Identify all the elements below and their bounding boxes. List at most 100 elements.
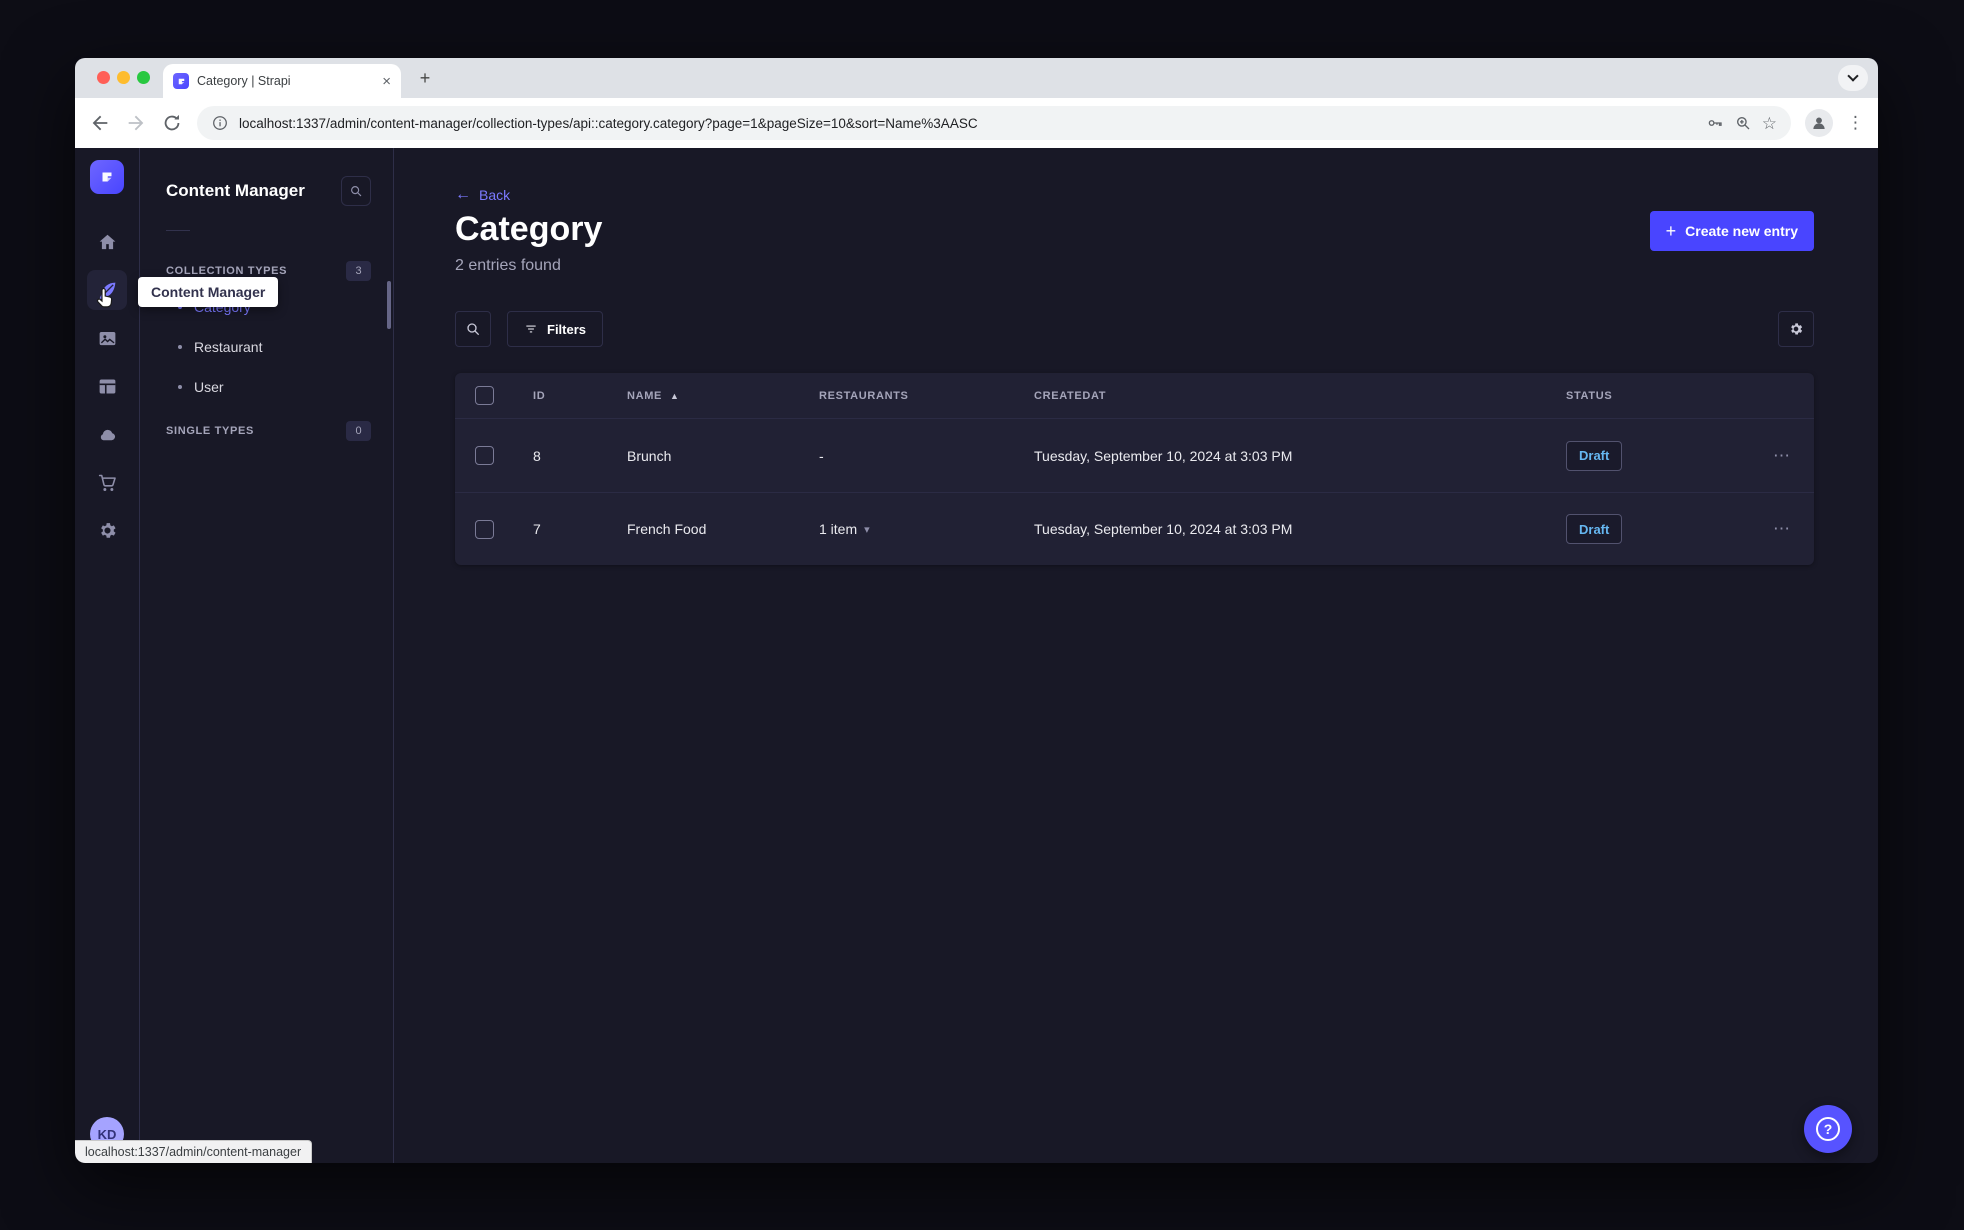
subnav-search-button[interactable] [341, 176, 371, 206]
question-mark-icon: ? [1816, 1117, 1840, 1141]
create-new-entry-label: Create new entry [1685, 223, 1798, 239]
home-icon [99, 234, 115, 249]
maximize-window-button[interactable] [137, 71, 150, 84]
status-badge: Draft [1566, 514, 1623, 544]
password-key-icon[interactable] [1706, 114, 1724, 132]
row-actions-button[interactable]: ⋯ [1750, 446, 1814, 466]
subnav-item-user[interactable]: User [166, 367, 371, 407]
help-button[interactable]: ? [1804, 1105, 1852, 1153]
strapi-logo [90, 160, 124, 194]
content-manager-tooltip: Content Manager [138, 277, 279, 307]
bullet-icon [178, 385, 182, 389]
chevron-down-icon [1847, 70, 1859, 82]
bullet-icon [178, 345, 182, 349]
filters-button[interactable]: Filters [507, 311, 604, 347]
single-types-label: SINGLE TYPES [166, 425, 254, 437]
column-header-id[interactable]: ID [517, 390, 611, 402]
layout-icon [99, 379, 115, 393]
media-library-icon [99, 331, 115, 345]
table-row[interactable]: 8 Brunch - Tuesday, September 10, 2024 a… [455, 419, 1814, 492]
column-header-restaurants[interactable]: RESTAURANTS [803, 390, 1018, 402]
shopping-cart-icon [98, 474, 116, 491]
cell-createdat: Tuesday, September 10, 2024 at 3:03 PM [1034, 521, 1293, 537]
tab-title: Category | Strapi [197, 74, 291, 88]
table-header-row: ID NAME ▲ RESTAURANTS CREATEDAT STATUS [455, 373, 1814, 419]
cell-id: 8 [533, 447, 541, 464]
zoom-icon[interactable] [1734, 114, 1752, 132]
page-title: Category [455, 210, 603, 248]
cell-name: French Food [627, 521, 707, 537]
reload-button[interactable] [161, 112, 183, 134]
filters-label: Filters [547, 321, 587, 337]
back-arrow-icon: ← [455, 186, 471, 203]
cell-restaurants[interactable]: 1 item ▾ [803, 521, 1018, 537]
back-button[interactable] [89, 112, 111, 134]
browser-profile-button[interactable] [1805, 109, 1833, 137]
person-icon [1813, 117, 1825, 129]
single-types-count-badge: 0 [346, 421, 371, 441]
cell-name: Brunch [627, 447, 672, 464]
column-header-status[interactable]: STATUS [1550, 390, 1750, 402]
new-tab-button[interactable]: + [413, 66, 437, 90]
cell-createdat: Tuesday, September 10, 2024 at 3:03 PM [1034, 447, 1293, 464]
row-checkbox[interactable] [475, 519, 494, 539]
table-row[interactable]: 7 French Food 1 item ▾ Tuesday, Septembe… [455, 492, 1814, 565]
browser-toolbar: localhost:1337/admin/content-manager/col… [75, 98, 1878, 148]
url-bar[interactable]: localhost:1337/admin/content-manager/col… [197, 106, 1791, 140]
row-checkbox[interactable] [475, 446, 494, 465]
subnav-title: Content Manager [166, 181, 305, 200]
entries-count: 2 entries found [455, 257, 561, 274]
select-all-checkbox[interactable] [475, 386, 494, 405]
view-settings-button[interactable] [1778, 311, 1814, 347]
strapi-app: KD Content Manager COLLECTION TYPES 3 Ca… [75, 148, 1878, 1163]
sort-asc-icon: ▲ [670, 390, 680, 401]
strapi-favicon-icon [173, 73, 189, 89]
forward-button[interactable] [125, 112, 147, 134]
create-new-entry-button[interactable]: + Create new entry [1649, 211, 1814, 251]
table-search-button[interactable] [455, 311, 491, 347]
nav-home-button[interactable] [87, 222, 127, 262]
main-content: ← Back Category + Create new entry 2 ent… [394, 148, 1878, 1163]
browser-tab[interactable]: Category | Strapi × [163, 64, 401, 98]
page-info-icon[interactable] [211, 114, 229, 132]
back-label: Back [479, 187, 511, 203]
entries-table: ID NAME ▲ RESTAURANTS CREATEDAT STATUS 8… [455, 373, 1814, 565]
nav-media-library-button[interactable] [87, 318, 127, 358]
column-header-createdat[interactable]: CREATEDAT [1018, 390, 1550, 402]
close-tab-icon[interactable]: × [382, 74, 391, 89]
link-preview-statusbar: localhost:1337/admin/content-manager [75, 1140, 313, 1163]
search-icon [351, 186, 362, 197]
caret-down-icon: ▾ [864, 523, 870, 536]
cell-restaurants: - [819, 447, 824, 464]
close-window-button[interactable] [97, 71, 110, 84]
gear-icon [1791, 323, 1803, 335]
plus-icon: + [1665, 221, 1677, 241]
back-link[interactable]: ← Back [455, 186, 511, 204]
bookmark-star-icon[interactable]: ☆ [1762, 115, 1777, 132]
search-icon [467, 323, 480, 336]
nav-content-type-builder-button[interactable] [87, 366, 127, 406]
subnav-item-restaurant[interactable]: Restaurant [166, 327, 371, 367]
gear-icon [100, 522, 116, 538]
subnav-scrollbar[interactable] [387, 281, 391, 329]
filter-icon [526, 325, 536, 333]
row-actions-button[interactable]: ⋯ [1750, 519, 1814, 539]
url-text[interactable]: localhost:1337/admin/content-manager/col… [239, 116, 1696, 131]
cell-id: 7 [533, 521, 541, 537]
divider [166, 230, 190, 231]
nav-cloud-button[interactable] [87, 414, 127, 454]
column-header-name[interactable]: NAME ▲ [611, 390, 803, 402]
cloud-icon [100, 429, 115, 440]
collection-types-count-badge: 3 [346, 261, 371, 281]
nav-marketplace-button[interactable] [87, 462, 127, 502]
browser-window: Category | Strapi × + localhost:1337/adm… [75, 58, 1878, 1163]
tab-search-button[interactable] [1838, 65, 1868, 91]
tab-strip: Category | Strapi × + [75, 58, 1878, 98]
nav-settings-button[interactable] [87, 510, 127, 550]
hand-cursor [96, 287, 113, 308]
minimize-window-button[interactable] [117, 71, 130, 84]
subnav-item-label: User [194, 379, 224, 395]
collection-types-label: COLLECTION TYPES [166, 265, 288, 277]
status-badge: Draft [1566, 440, 1623, 471]
browser-menu-button[interactable]: ⋮ [1847, 113, 1864, 133]
